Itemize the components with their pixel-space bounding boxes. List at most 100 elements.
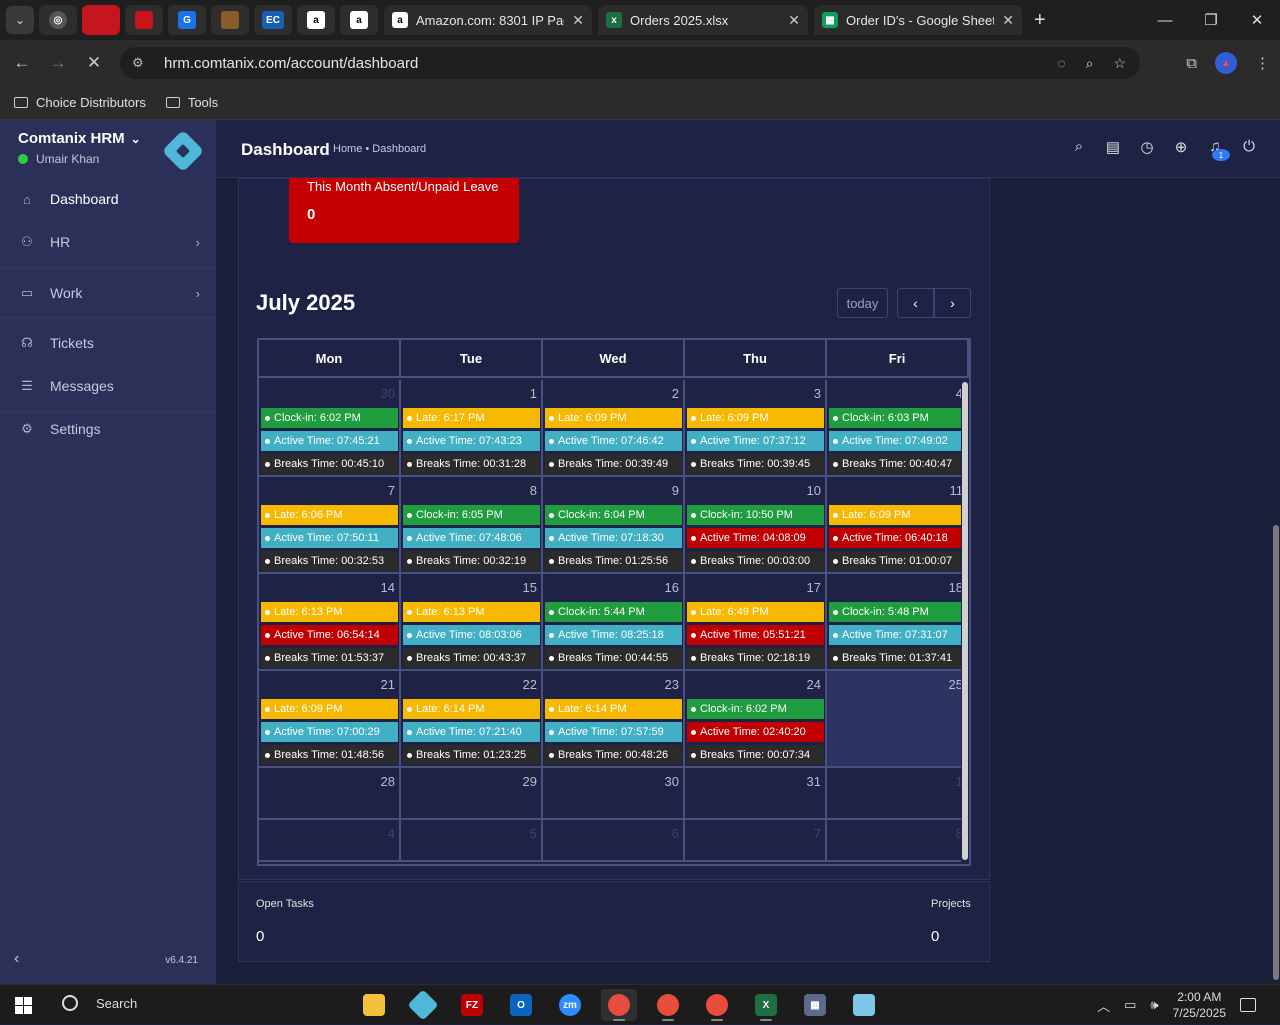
calendar-event[interactable]: Active Time: 07:50:11 <box>261 528 398 548</box>
chrome-app[interactable] <box>601 989 637 1021</box>
calendar-day-cell[interactable]: 23 Late: 6:14 PM Active Time: 07:57:59 Brea… <box>543 671 685 766</box>
calendar-event[interactable]: Breaks Time: 01:53:37 <box>261 648 398 668</box>
volume-icon[interactable]: 🕪 <box>1150 997 1158 1013</box>
calendar-event[interactable]: Breaks Time: 01:37:41 <box>829 648 966 668</box>
calendar-event[interactable]: Breaks Time: 00:43:37 <box>403 648 540 668</box>
calendar-event[interactable]: Clock-in: 6:02 PM <box>687 699 824 719</box>
calendar-event[interactable]: Breaks Time: 00:44:55 <box>545 648 682 668</box>
calendar-event[interactable]: Breaks Time: 00:03:00 <box>687 551 824 571</box>
pinned-tab[interactable]: a <box>297 5 335 35</box>
calendar-event[interactable]: Breaks Time: 00:48:26 <box>545 745 682 765</box>
minimize-icon[interactable]: — <box>1142 0 1188 40</box>
sidebar-item-work[interactable]: ▭ Work › <box>0 272 216 314</box>
excel-app[interactable]: X <box>748 989 784 1021</box>
brand-dropdown[interactable]: Comtanix HRM ⌄ <box>18 130 141 147</box>
add-circle-icon[interactable]: ⊕ <box>1172 138 1190 167</box>
url-bar[interactable]: ⚙ hrm.comtanix.com/account/dashboard ◌ ⌕… <box>120 47 1140 79</box>
calendar-event[interactable]: Clock-in: 6:05 PM <box>403 505 540 525</box>
more-menu-icon[interactable]: ⋮ <box>1255 54 1270 72</box>
calendar-day-cell[interactable]: 11 Late: 6:09 PM Active Time: 06:40:18 Brea… <box>827 477 969 572</box>
file-explorer-app[interactable] <box>356 989 392 1021</box>
calendar-day-cell[interactable]: 30 <box>543 768 685 818</box>
site-settings-icon[interactable]: ⚙ <box>132 55 152 71</box>
tracking-off-icon[interactable]: ◌ <box>1057 55 1065 71</box>
prev-month-button[interactable]: ‹ <box>897 288 934 318</box>
sidebar-item-settings[interactable]: ⚙ Settings <box>0 408 216 450</box>
calendar-event[interactable]: Active Time: 08:03:06 <box>403 625 540 645</box>
calendar-day-cell[interactable]: 7 <box>685 820 827 860</box>
outlook-app[interactable]: O <box>503 989 539 1021</box>
calendar-event[interactable]: Active Time: 02:40:20 <box>687 722 824 742</box>
browser-tab[interactable]: x Orders 2025.xlsx ✕ <box>598 5 808 35</box>
browser-tab[interactable]: ▦ Order ID's - Google Sheets ✕ <box>814 5 1022 35</box>
calendar-event[interactable]: Breaks Time: 00:39:45 <box>687 454 824 474</box>
sidebar-item-hr[interactable]: ⚇ HR › <box>0 221 216 263</box>
calendar-event[interactable]: Breaks Time: 00:07:34 <box>687 745 824 765</box>
calendar-event[interactable]: Active Time: 07:31:07 <box>829 625 966 645</box>
calendar-day-cell[interactable]: 15 Late: 6:13 PM Active Time: 08:03:06 Brea… <box>401 574 543 669</box>
zoom-app[interactable]: zm <box>552 989 588 1021</box>
calendar-day-cell[interactable]: 21 Late: 6:09 PM Active Time: 07:00:29 Brea… <box>259 671 401 766</box>
calendar-day-cell[interactable]: 10 Clock-in: 10:50 PM Active Time: 04:08:0… <box>685 477 827 572</box>
collapse-sidebar-icon[interactable]: ‹ <box>14 950 19 968</box>
calendar-event[interactable]: Active Time: 07:48:06 <box>403 528 540 548</box>
calendar-event[interactable]: Active Time: 06:40:18 <box>829 528 966 548</box>
next-month-button[interactable]: › <box>934 288 971 318</box>
calendar-event[interactable]: Breaks Time: 00:39:49 <box>545 454 682 474</box>
calendar-event[interactable]: Late: 6:09 PM <box>545 408 682 428</box>
calendar-event[interactable]: Active Time: 07:49:02 <box>829 431 966 451</box>
chrome-app[interactable] <box>699 989 735 1021</box>
calendar-day-cell[interactable]: 24 Clock-in: 6:02 PM Active Time: 02:40:20… <box>685 671 827 766</box>
calendar-event[interactable]: Breaks Time: 00:32:19 <box>403 551 540 571</box>
calendar-day-cell[interactable]: 9 Clock-in: 6:04 PM Active Time: 07:18:30 B… <box>543 477 685 572</box>
calendar-event[interactable]: Active Time: 05:51:21 <box>687 625 824 645</box>
calendar-event[interactable]: Breaks Time: 01:48:56 <box>261 745 398 765</box>
pinned-tab[interactable] <box>211 5 249 35</box>
calendar-event[interactable]: Late: 6:06 PM <box>261 505 398 525</box>
bookmark-folder[interactable]: Tools <box>165 95 218 110</box>
calendar-event[interactable]: Active Time: 07:00:29 <box>261 722 398 742</box>
calendar-event[interactable]: Active Time: 07:21:40 <box>403 722 540 742</box>
new-tab-icon[interactable]: + <box>1034 9 1046 32</box>
calendar-day-cell[interactable]: 5 <box>401 820 543 860</box>
sidebar-item-messages[interactable]: ☰ Messages <box>0 365 216 407</box>
back-icon[interactable]: ← <box>4 53 40 73</box>
calendar-event[interactable]: Active Time: 08:25:18 <box>545 625 682 645</box>
calendar-scroll-thumb[interactable] <box>962 382 968 860</box>
calendar-event[interactable]: Clock-in: 10:50 PM <box>687 505 824 525</box>
calendar-event[interactable]: Clock-in: 5:48 PM <box>829 602 966 622</box>
calendar-day-cell[interactable]: 28 <box>259 768 401 818</box>
calendar-day-cell[interactable]: 4 Clock-in: 6:03 PM Active Time: 07:49:02 B… <box>827 380 969 475</box>
calendar-day-cell[interactable]: 2 Late: 6:09 PM Active Time: 07:46:42 Break… <box>543 380 685 475</box>
calendar-event[interactable]: Late: 6:14 PM <box>545 699 682 719</box>
pinned-tab[interactable]: ◎ <box>39 5 77 35</box>
maximize-icon[interactable]: ❐ <box>1188 0 1234 40</box>
calendar-event[interactable]: Late: 6:13 PM <box>261 602 398 622</box>
stop-loading-icon[interactable]: ✕ <box>76 53 112 73</box>
calendar-event[interactable]: Clock-in: 6:03 PM <box>829 408 966 428</box>
bookmark-star-icon[interactable]: ☆ <box>1113 55 1126 72</box>
calendar-day-cell[interactable]: 4 <box>259 820 401 860</box>
close-icon[interactable]: ✕ <box>788 12 800 29</box>
bookmark-folder[interactable]: Choice Distributors <box>14 95 146 110</box>
today-button[interactable]: today <box>837 288 888 318</box>
close-icon[interactable]: ✕ <box>1002 12 1014 29</box>
profile-avatar[interactable]: ▲ <box>1215 52 1237 74</box>
calendar-event[interactable]: Active Time: 07:37:12 <box>687 431 824 451</box>
calendar-event[interactable]: Late: 6:09 PM <box>687 408 824 428</box>
sidebar-item-tickets[interactable]: ☊ Tickets <box>0 322 216 364</box>
clock-icon[interactable]: ◷ <box>1138 138 1156 167</box>
calendar-day-cell[interactable]: 1 <box>827 768 969 818</box>
calendar-event[interactable]: Late: 6:14 PM <box>403 699 540 719</box>
calendar-event[interactable]: Active Time: 07:45:21 <box>261 431 398 451</box>
pinned-tab[interactable]: G <box>168 5 206 35</box>
network-icon[interactable]: ▭ <box>1124 997 1136 1013</box>
calendar-day-cell[interactable]: 25 <box>827 671 969 766</box>
windows-start-icon[interactable] <box>15 997 32 1014</box>
chevron-up-icon[interactable]: ︿ <box>1097 996 1110 1015</box>
calendar-event[interactable]: Active Time: 06:54:14 <box>261 625 398 645</box>
calendar-scrollbar[interactable] <box>961 380 969 864</box>
power-icon[interactable]: ⏻ <box>1240 138 1258 167</box>
calendar-day-cell[interactable]: 18 Clock-in: 5:48 PM Active Time: 07:31:07… <box>827 574 969 669</box>
calendar-day-cell[interactable]: 16 Clock-in: 5:44 PM Active Time: 08:25:18… <box>543 574 685 669</box>
